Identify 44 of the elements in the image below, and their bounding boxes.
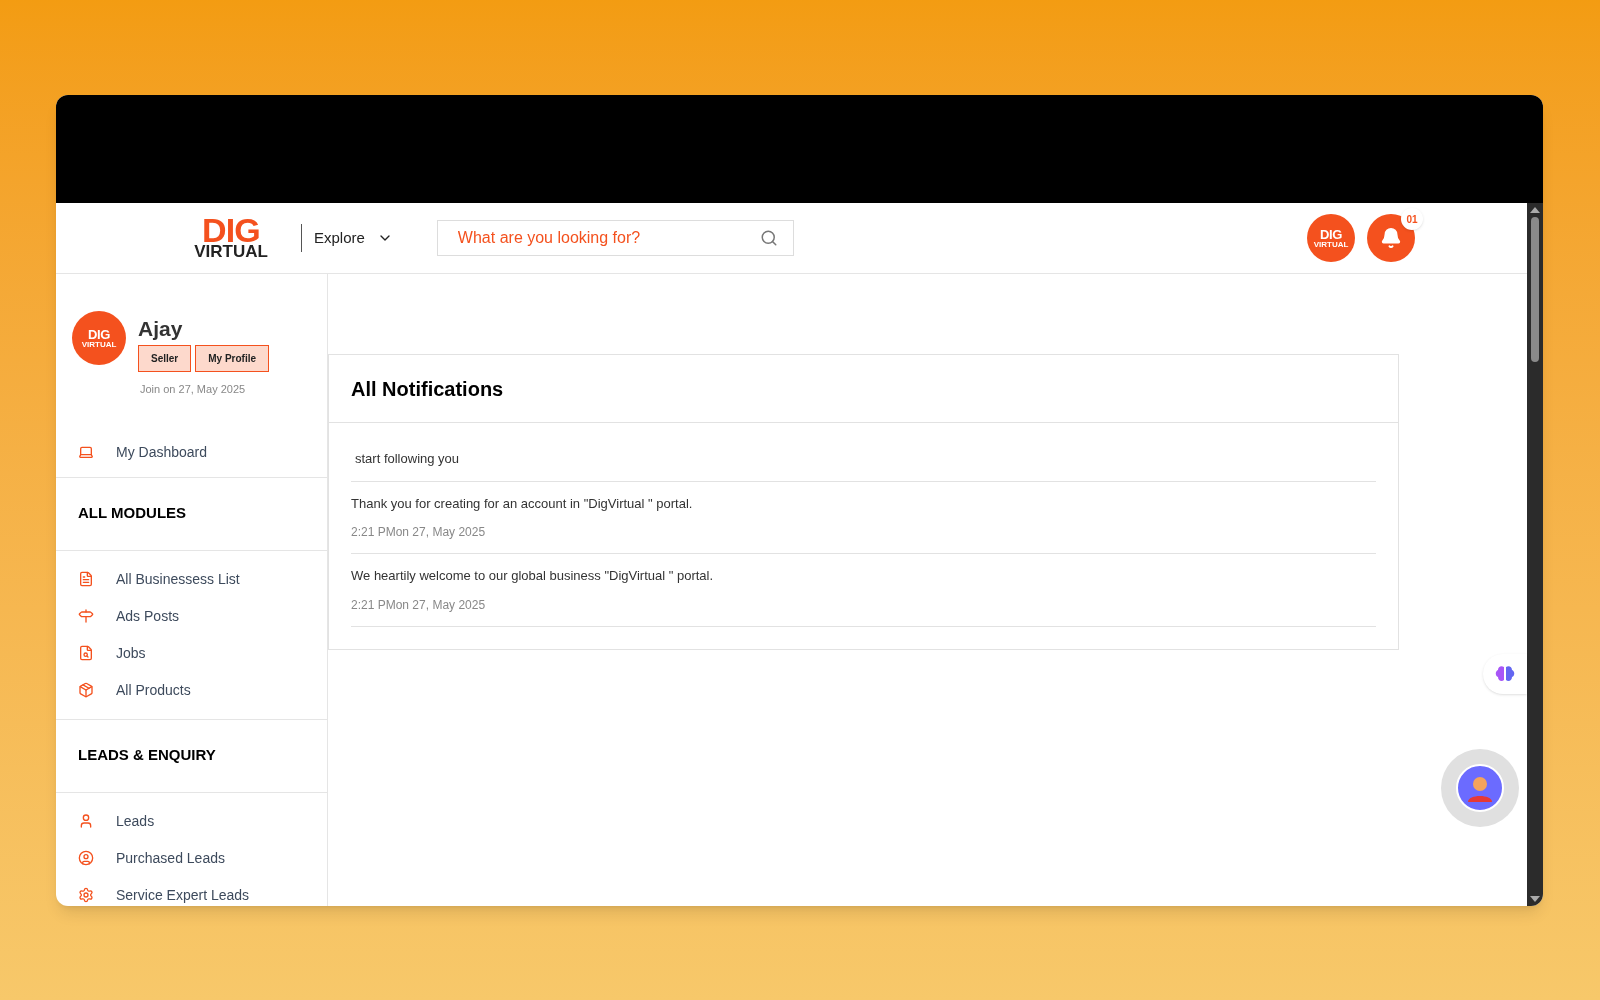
search-icon[interactable] <box>759 229 778 247</box>
section-heading: LEADS & ENQUIRY <box>78 745 216 766</box>
join-date: Join on 27, May 2025 <box>139 382 247 397</box>
explore-dropdown[interactable]: Explore <box>314 226 393 250</box>
sidebar-item[interactable]: Ads Posts <box>56 597 327 635</box>
logo-text: DIG <box>1319 227 1343 241</box>
notification-time: 2:21 PMon 27, May 2025 <box>351 596 487 614</box>
person-circle-icon <box>78 850 94 866</box>
notification-time: 2:21 PMon 27, May 2025 <box>351 524 487 541</box>
sidebar-item[interactable]: Purchased Leads <box>56 839 327 877</box>
brand-logo[interactable]: DIG VIRTUAL <box>185 216 277 260</box>
user-name: Ajay <box>138 317 184 341</box>
person-icon <box>78 813 94 829</box>
bell-icon <box>1380 227 1402 249</box>
ai-assistant-button[interactable] <box>1483 654 1527 694</box>
sidebar-item[interactable]: Service Expert Leads <box>56 876 327 906</box>
profile-badge[interactable]: My Profile <box>195 345 270 372</box>
logo-subtext: VIRTUAL <box>1313 240 1349 249</box>
section-heading: ALL MODULES <box>78 503 187 524</box>
logo-subtext: VIRTUAL <box>81 340 117 349</box>
notification-message: Thank you for creating for an account in "DigVirtual " portal. <box>351 494 694 513</box>
sidebar-item[interactable]: Leads <box>56 802 327 840</box>
logo-text: DIG <box>87 327 111 341</box>
scrollbar-thumb[interactable] <box>1531 217 1539 362</box>
support-agent-icon <box>1456 764 1504 812</box>
card-title: All Notifications <box>351 376 504 402</box>
logo-subtext: VIRTUAL <box>194 244 268 260</box>
notification-message: We heartily welcome to our global business "DigVirtual " portal. <box>351 567 715 585</box>
sidebar-item[interactable]: All Products <box>56 671 327 709</box>
gear-icon <box>78 887 94 903</box>
logo-text: DIG <box>202 216 260 244</box>
search-field[interactable]: What are you looking for? <box>436 220 794 256</box>
notification-message: start following you <box>354 450 461 468</box>
sidebar-item[interactable]: My Dashboard <box>56 433 327 471</box>
file-search-icon <box>78 645 94 661</box>
profile-badge[interactable]: Seller <box>138 345 192 372</box>
sidebar-item[interactable]: Jobs <box>56 634 327 672</box>
package-icon <box>78 682 94 698</box>
brain-icon <box>1495 665 1515 683</box>
document-icon <box>78 571 94 587</box>
signpost-icon <box>78 608 94 624</box>
notification-count: 01 <box>1401 208 1423 230</box>
sidebar-item[interactable]: All Businessess List <box>56 560 327 598</box>
laptop-icon <box>78 444 94 460</box>
